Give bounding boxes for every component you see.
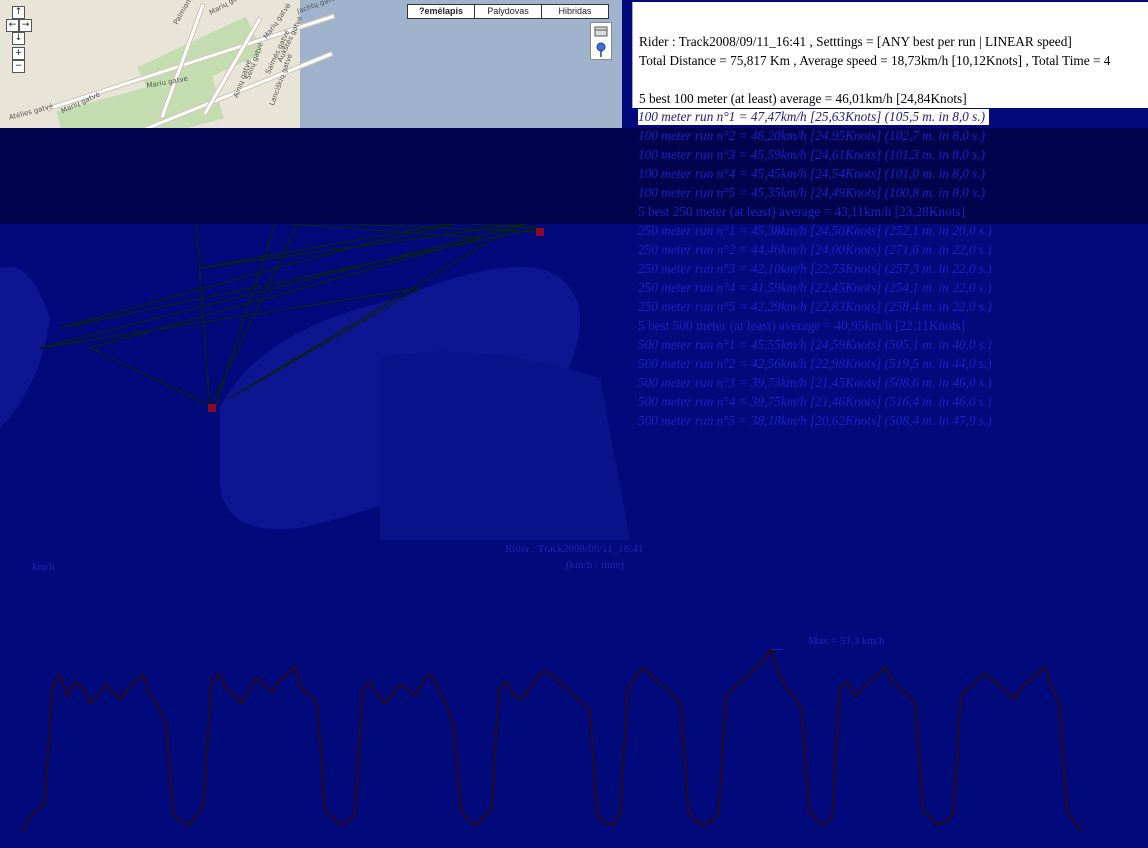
run-250-3: 250 meter run n°3 = 42,10km/h [22,73Knot… — [638, 261, 992, 276]
run-100-5: 100 meter run n°5 = 45,35km/h [24,49Knot… — [638, 185, 986, 200]
run-100-3: 100 meter run n°3 = 45,59km/h [24,61Knot… — [638, 147, 986, 162]
run-250-5: 250 meter run n°5 = 42,29km/h [22,83Knot… — [638, 299, 992, 314]
run-500-1: 500 meter run n°1 = 45,55km/h [24,59Knot… — [638, 337, 992, 352]
speed-chart: Rider : Track2008/09/11_16:41 (km/h / ti… — [0, 540, 1148, 848]
map-tools-widget[interactable] — [590, 22, 612, 60]
run-100-1: 100 meter run n°1 = 47,47km/h [25,63Knot… — [638, 109, 990, 125]
run-500-5: 500 meter run n°5 = 38,18km/h [20,62Knot… — [638, 413, 992, 428]
run-250-1: 250 meter run n°1 = 45,38km/h [24,50Knot… — [638, 223, 992, 238]
best-500-header: 5 best 500 meter (at least) average = 40… — [638, 318, 966, 333]
map-type-hybrid-button[interactable]: Hibridas — [541, 4, 609, 19]
pan-left-button[interactable]: ← — [6, 19, 19, 32]
street-label: Atėlies gatvė — [8, 102, 55, 122]
speed-chart-svg — [21, 647, 1083, 833]
track-start-marker[interactable] — [536, 228, 544, 236]
total-summary: Total Distance = 75,817 Km , Average spe… — [639, 53, 1111, 68]
zoom-out-button[interactable]: − — [12, 60, 25, 73]
run-100-4: 100 meter run n°4 = 45,45km/h [24,54Knot… — [638, 166, 986, 181]
rider-info: Rider : Track2008/09/11_16:41 , Settting… — [639, 34, 1072, 49]
speed-series-line — [21, 647, 1083, 833]
best-100-header: 5 best 100 meter (at least) average = 46… — [639, 91, 967, 106]
street-label: Palmiono — [172, 0, 195, 27]
map-water — [300, 0, 622, 128]
zoom-in-button[interactable]: + — [12, 47, 25, 60]
track-end-marker[interactable] — [208, 404, 216, 412]
street-label: Marių gatvė — [208, 0, 249, 17]
pan-right-button[interactable]: → — [19, 19, 32, 32]
run-500-3: 500 meter run n°3 = 39,73km/h [21,45Knot… — [638, 375, 992, 390]
pan-down-button[interactable]: ↓ — [12, 32, 25, 45]
best-250-header: 5 best 250 meter (at least) average = 43… — [638, 204, 966, 219]
map-view[interactable]: Palmiono Ainių gatvė Sėlių gatvė Salmės … — [0, 0, 622, 128]
run-100-2: 100 meter run n°2 = 46,20km/h [24,95Knot… — [638, 128, 986, 143]
map-border — [622, 0, 632, 128]
land-shape — [380, 351, 630, 540]
run-500-2: 500 meter run n°2 = 42,56km/h [22,98Knot… — [638, 356, 992, 371]
map-type-map-button[interactable]: ?emėlapis — [407, 4, 475, 19]
map-tools-icon — [594, 26, 608, 57]
pan-up-button[interactable]: ↑ — [12, 6, 25, 19]
run-250-2: 250 meter run n°2 = 44,46km/h [24,00Knot… — [638, 242, 992, 257]
run-250-4: 250 meter run n°4 = 41,59km/h [22,45Knot… — [638, 280, 992, 295]
map-type-selector: ?emėlapis Palydovas Hibridas — [407, 4, 609, 19]
run-500-4: 500 meter run n°4 = 39,75km/h [21,46Knot… — [638, 394, 992, 409]
map-type-satellite-button[interactable]: Palydovas — [474, 4, 542, 19]
stats-panel: Rider : Track2008/09/11_16:41 , Settting… — [632, 2, 1148, 108]
